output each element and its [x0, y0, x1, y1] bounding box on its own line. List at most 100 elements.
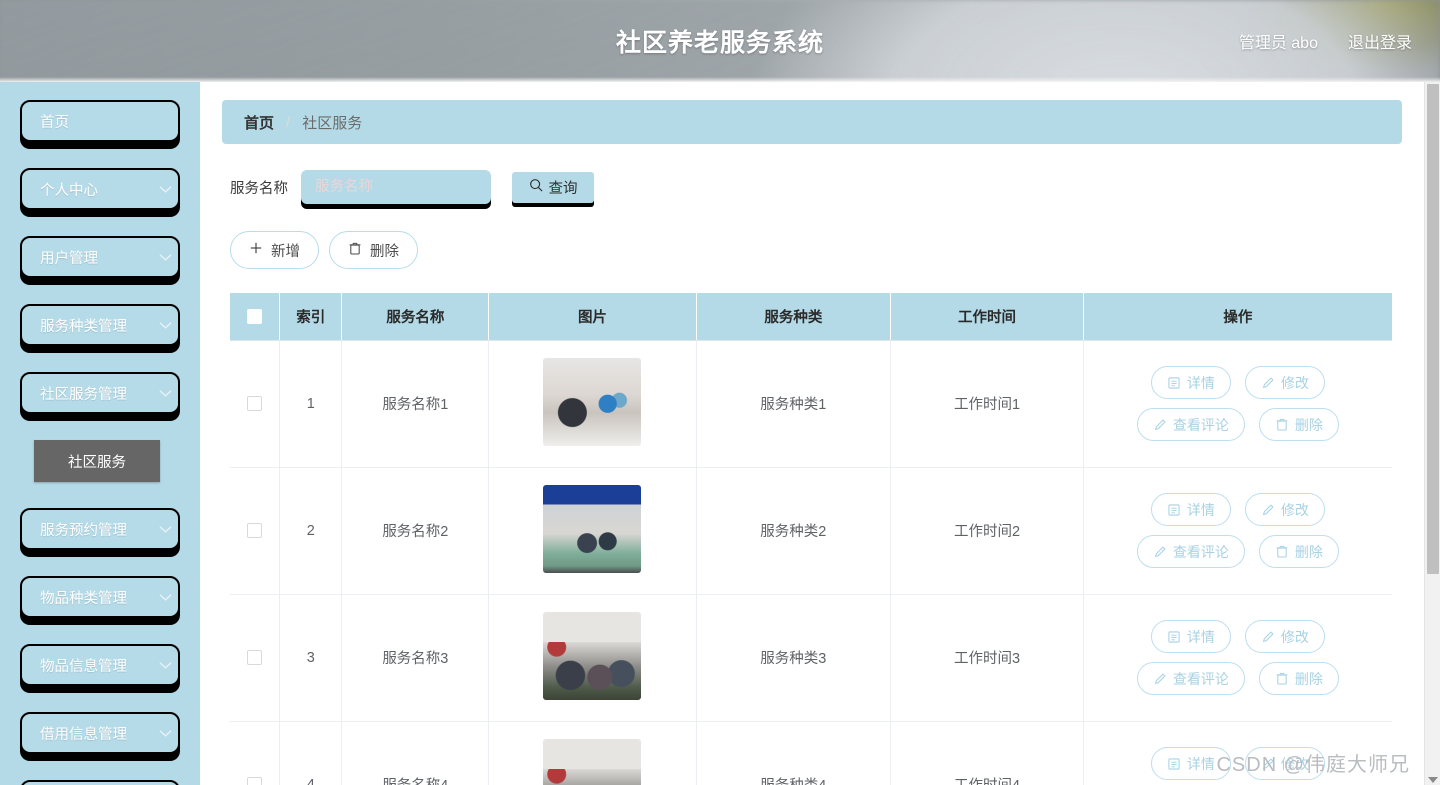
- row-action-3[interactable]: 删除: [1259, 662, 1339, 695]
- row-action-0[interactable]: 详情: [1151, 493, 1231, 526]
- chevron-down-icon: [152, 661, 178, 670]
- row-index-cell: 3: [280, 594, 342, 721]
- row-time-cell: 工作时间4: [891, 721, 1084, 785]
- data-table: 索引服务名称图片服务种类工作时间操作 1服务名称1服务种类1工作时间1详情修改查…: [230, 293, 1392, 785]
- row-action-2[interactable]: 查看评论: [1137, 662, 1245, 695]
- sidebar-item-3[interactable]: 服务种类管理: [20, 304, 180, 346]
- add-button[interactable]: 新增: [230, 231, 319, 269]
- sidebar-item-8[interactable]: 借用信息管理: [20, 712, 180, 754]
- row-actions-cell: 详情修改查看评论删除: [1083, 721, 1392, 785]
- row-action-label: 查看评论: [1173, 669, 1229, 689]
- pencil-edit-icon: [1153, 418, 1167, 432]
- row-name-cell: 服务名称2: [342, 467, 489, 594]
- breadcrumb-separator: /: [286, 114, 290, 131]
- row-time-cell: 工作时间1: [891, 340, 1084, 467]
- table-row: 1服务名称1服务种类1工作时间1详情修改查看评论删除: [230, 340, 1392, 467]
- sidebar-item-label: 用户管理: [22, 247, 152, 268]
- row-action-label: 查看评论: [1173, 542, 1229, 562]
- chevron-down-icon: [152, 389, 178, 398]
- row-action-group: 详情 修改查看评论删除: [1084, 362, 1392, 445]
- row-action-0[interactable]: 详情: [1151, 620, 1231, 653]
- row-select-cell: [230, 721, 280, 785]
- row-kind-cell: 服务种类4: [696, 721, 891, 785]
- sidebar-item-5[interactable]: 服务预约管理: [20, 508, 180, 550]
- select-all-checkbox[interactable]: [247, 309, 262, 324]
- breadcrumb-current: 社区服务: [302, 112, 362, 133]
- sidebar-item-label: 个人中心: [22, 179, 152, 200]
- row-action-label: 修改: [1281, 754, 1309, 774]
- row-action-label: 修改: [1281, 627, 1309, 647]
- pencil-edit-icon: [1261, 376, 1275, 390]
- row-action-3[interactable]: 删除: [1259, 535, 1339, 568]
- column-header-0: 索引: [280, 293, 342, 340]
- sidebar-item-label: 服务预约管理: [22, 519, 152, 540]
- row-image-cell: [489, 467, 696, 594]
- chevron-down-icon: [152, 525, 178, 534]
- search-icon: [529, 178, 543, 196]
- row-action-0[interactable]: 详情: [1151, 747, 1231, 780]
- column-header-3: 服务种类: [696, 293, 891, 340]
- sidebar-item-label: 物品种类管理: [22, 587, 152, 608]
- sidebar-item-6[interactable]: 物品种类管理: [20, 576, 180, 618]
- row-action-0[interactable]: 详情: [1151, 366, 1231, 399]
- table-body: 1服务名称1服务种类1工作时间1详情修改查看评论删除2服务名称2服务种类2工作时…: [230, 340, 1392, 785]
- row-action-label: 详情: [1187, 500, 1215, 520]
- row-checkbox[interactable]: [247, 396, 262, 411]
- column-header-5: 操作: [1083, 293, 1392, 340]
- pencil-edit-icon: [1153, 672, 1167, 686]
- search-button-label: 查询: [549, 177, 578, 198]
- sidebar: 首页个人中心用户管理服务种类管理社区服务管理社区服务服务预约管理物品种类管理物品…: [0, 82, 200, 785]
- column-header-1: 服务名称: [342, 293, 489, 340]
- data-table-wrapper: 索引服务名称图片服务种类工作时间操作 1服务名称1服务种类1工作时间1详情修改查…: [230, 293, 1392, 785]
- scrollbar-thumb[interactable]: [1427, 84, 1439, 574]
- sidebar-item-2[interactable]: 用户管理: [20, 236, 180, 278]
- trash-icon: [1275, 544, 1289, 559]
- delete-button[interactable]: 删除: [329, 231, 418, 269]
- service-thumbnail[interactable]: [543, 358, 641, 446]
- service-thumbnail[interactable]: [543, 612, 641, 700]
- vertical-scrollbar[interactable]: [1424, 82, 1440, 785]
- delete-button-label: 删除: [370, 240, 399, 261]
- row-action-1[interactable]: 修改: [1245, 620, 1325, 653]
- row-checkbox[interactable]: [247, 777, 262, 785]
- row-action-1[interactable]: 修改: [1245, 493, 1325, 526]
- row-action-label: 详情: [1187, 754, 1215, 774]
- sidebar-item-4[interactable]: 社区服务管理: [20, 372, 180, 414]
- sidebar-item-7[interactable]: 物品信息管理: [20, 644, 180, 686]
- sidebar-item-9[interactable]: 归还信息管理: [20, 780, 180, 785]
- row-index-cell: 1: [280, 340, 342, 467]
- detail-list-icon: [1167, 503, 1181, 517]
- row-action-2[interactable]: 查看评论: [1137, 535, 1245, 568]
- row-actions-cell: 详情 修改查看评论 删除: [1083, 594, 1392, 721]
- row-image-cell: [489, 340, 696, 467]
- search-row: 服务名称 查询: [230, 170, 1402, 204]
- column-header-2: 图片: [489, 293, 696, 340]
- row-checkbox[interactable]: [247, 650, 262, 665]
- row-action-1[interactable]: 修改: [1245, 366, 1325, 399]
- row-index-cell: 2: [280, 467, 342, 594]
- sidebar-item-0[interactable]: 首页: [20, 100, 180, 142]
- sidebar-item-label: 首页: [22, 111, 152, 132]
- logout-button[interactable]: 退出登录: [1348, 29, 1412, 53]
- row-action-1[interactable]: 修改: [1245, 747, 1325, 780]
- row-select-cell: [230, 467, 280, 594]
- sidebar-item-1[interactable]: 个人中心: [20, 168, 180, 210]
- row-select-cell: [230, 594, 280, 721]
- row-action-label: 修改: [1281, 373, 1309, 393]
- search-button[interactable]: 查询: [512, 172, 594, 203]
- scrollbar-down-arrow-icon[interactable]: [1428, 777, 1438, 783]
- row-checkbox[interactable]: [247, 523, 262, 538]
- sidebar-submenu-item-community-service[interactable]: 社区服务: [34, 440, 160, 482]
- row-action-3[interactable]: 删除: [1259, 408, 1339, 441]
- service-thumbnail[interactable]: [543, 485, 641, 573]
- table-row: 4服务名称4服务种类4工作时间4详情修改查看评论删除: [230, 721, 1392, 785]
- main-content: 首页 / 社区服务 服务名称 查询 新增: [200, 82, 1424, 785]
- breadcrumb-home[interactable]: 首页: [244, 112, 274, 133]
- table-header-row: 索引服务名称图片服务种类工作时间操作: [230, 293, 1392, 340]
- service-thumbnail[interactable]: [543, 739, 641, 785]
- pencil-edit-icon: [1261, 503, 1275, 517]
- pencil-edit-icon: [1261, 630, 1275, 644]
- row-action-2[interactable]: 查看评论: [1137, 408, 1245, 441]
- search-input[interactable]: [301, 170, 491, 204]
- row-action-group: 详情 修改查看评论 删除: [1084, 489, 1392, 572]
